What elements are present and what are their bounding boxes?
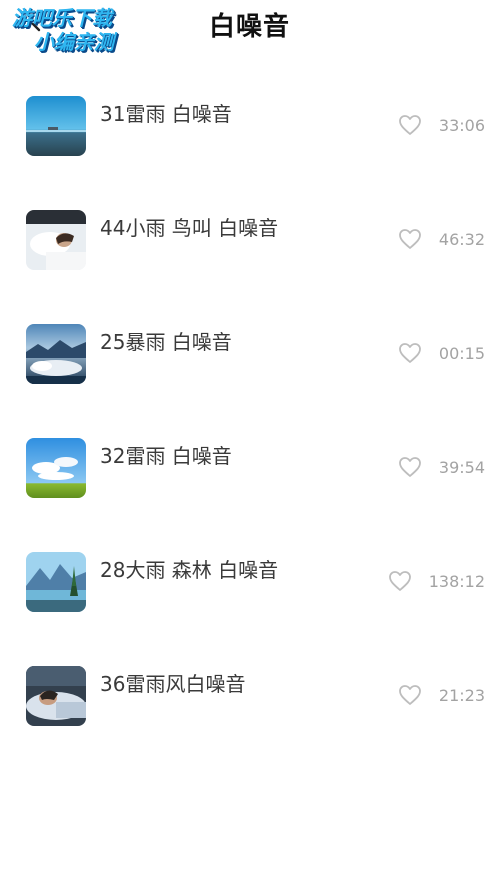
track-thumbnail (26, 210, 86, 270)
like-button[interactable] (398, 114, 422, 136)
track-list: 31雷雨 白噪音 33:06 44小雨 鸟叫 白噪音 46:32 25暴雨 白噪… (0, 80, 499, 764)
track-thumbnail (26, 438, 86, 498)
heart-icon (398, 343, 422, 368)
white-noise-page: 白噪音 游吧乐下载 小编亲测 31雷雨 白噪音 33:06 44小雨 鸟叫 白噪… (0, 0, 499, 890)
heart-icon (398, 229, 422, 254)
track-duration: 46:32 (438, 230, 485, 249)
track-thumbnail (26, 552, 86, 612)
header: 白噪音 (0, 0, 499, 50)
track-row[interactable]: 44小雨 鸟叫 白噪音 46:32 (0, 194, 499, 308)
track-title: 44小雨 鸟叫 白噪音 (100, 216, 279, 240)
track-row[interactable]: 31雷雨 白噪音 33:06 (0, 80, 499, 194)
track-title: 36雷雨风白噪音 (100, 672, 246, 696)
track-duration: 138:12 (428, 572, 485, 591)
like-button[interactable] (398, 684, 422, 706)
track-row[interactable]: 36雷雨风白噪音 21:23 (0, 650, 499, 764)
like-button[interactable] (398, 342, 422, 364)
heart-icon (398, 115, 422, 140)
track-title: 32雷雨 白噪音 (100, 444, 232, 468)
track-duration: 39:54 (438, 458, 485, 477)
track-row[interactable]: 28大雨 森林 白噪音 138:12 (0, 536, 499, 650)
heart-icon (398, 457, 422, 482)
heart-icon (398, 685, 422, 710)
track-title: 28大雨 森林 白噪音 (100, 558, 279, 582)
heart-icon (388, 571, 412, 596)
track-title: 25暴雨 白噪音 (100, 330, 232, 354)
track-thumbnail (26, 324, 86, 384)
like-button[interactable] (388, 570, 412, 592)
track-duration: 21:23 (438, 686, 485, 705)
track-duration: 00:15 (438, 344, 485, 363)
page-title: 白噪音 (208, 12, 290, 42)
like-button[interactable] (398, 228, 422, 250)
track-row[interactable]: 32雷雨 白噪音 39:54 (0, 422, 499, 536)
track-thumbnail (26, 96, 86, 156)
track-title: 31雷雨 白噪音 (100, 102, 232, 126)
like-button[interactable] (398, 456, 422, 478)
track-row[interactable]: 25暴雨 白噪音 00:15 (0, 308, 499, 422)
track-thumbnail (26, 666, 86, 726)
track-duration: 33:06 (438, 116, 485, 135)
